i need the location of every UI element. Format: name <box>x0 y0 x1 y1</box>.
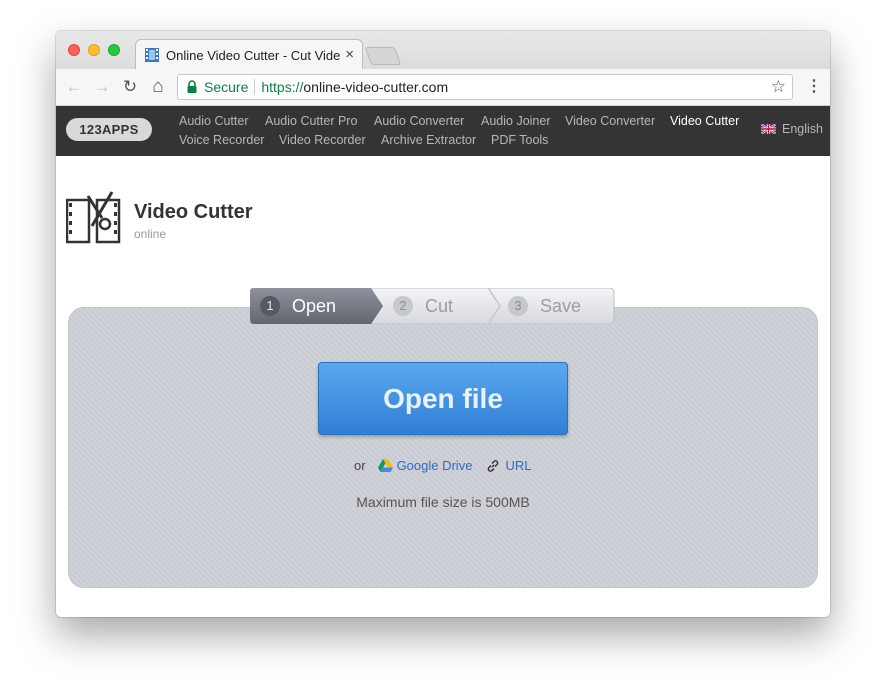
step-cut: 2 Cut <box>393 288 453 324</box>
video-cutter-logo-icon <box>66 191 121 244</box>
google-drive-icon <box>377 459 393 472</box>
upload-panel <box>68 307 818 588</box>
nav-link-video-converter[interactable]: Video Converter <box>565 114 655 128</box>
browser-window: Online Video Cutter - Cut Vide × ← → ↻ ⌂… <box>56 31 830 617</box>
secure-label: Secure <box>204 79 249 95</box>
address-divider <box>254 79 256 95</box>
step-progress: 1 Open 2 Cut 3 Save <box>250 288 627 324</box>
step-label: Cut <box>425 295 454 316</box>
or-label: or <box>354 458 366 473</box>
tab-title: Online Video Cutter - Cut Vide <box>166 47 341 63</box>
google-drive-label: Google Drive <box>396 458 473 473</box>
browser-toolbar: ← → ↻ ⌂ Secure https:// online-video-cut… <box>56 69 830 106</box>
nav-link-voice-recorder[interactable]: Voice Recorder <box>179 133 264 147</box>
reload-icon[interactable]: ↻ <box>120 77 140 97</box>
url-label: URL <box>505 458 532 473</box>
nav-link-video-recorder[interactable]: Video Recorder <box>279 133 366 147</box>
address-bar[interactable]: Secure https:// online-video-cutter.com … <box>177 74 793 100</box>
max-file-size-note: Maximum file size is 500MB <box>356 494 530 510</box>
nav-link-pdf-tools[interactable]: PDF Tools <box>491 133 548 147</box>
open-file-button[interactable]: Open file <box>318 362 568 435</box>
minimize-window-button[interactable] <box>88 44 100 56</box>
nav-link-audio-converter[interactable]: Audio Converter <box>374 114 464 128</box>
step-open: 1 Open <box>260 288 336 324</box>
bookmark-star-icon[interactable]: ☆ <box>771 77 786 97</box>
alternative-sources: or Google Drive URL <box>354 458 531 473</box>
language-label: English <box>782 122 823 136</box>
step-number: 3 <box>508 296 528 316</box>
film-favicon-icon <box>145 48 159 62</box>
tab-close-icon[interactable]: × <box>345 46 354 63</box>
url-host: online-video-cutter.com <box>303 79 449 95</box>
nav-link-video-cutter[interactable]: Video Cutter <box>670 114 739 128</box>
google-drive-link[interactable]: Google Drive <box>377 458 473 473</box>
browser-menu-icon[interactable]: ⋮ <box>806 77 822 97</box>
lock-icon <box>187 80 197 93</box>
nav-link-archive-extractor[interactable]: Archive Extractor <box>381 133 476 147</box>
url-link[interactable]: URL <box>486 458 531 473</box>
back-arrow-icon[interactable]: ← <box>64 77 84 97</box>
language-selector[interactable]: English <box>761 122 823 136</box>
nav-link-audio-joiner[interactable]: Audio Joiner <box>481 114 551 128</box>
nav-link-audio-cutter-pro[interactable]: Audio Cutter Pro <box>265 114 357 128</box>
step-label: Save <box>540 295 582 316</box>
close-window-button[interactable] <box>68 44 80 56</box>
link-icon <box>488 459 499 472</box>
site-logo[interactable]: 123APPS <box>66 118 152 141</box>
page-subtitle: online <box>134 227 167 241</box>
title-bar: Online Video Cutter - Cut Vide × <box>56 31 830 69</box>
step-save: 3 Save <box>508 288 581 324</box>
browser-tab[interactable]: Online Video Cutter - Cut Vide × <box>135 39 363 69</box>
step-number: 2 <box>393 296 413 316</box>
step-label: Open <box>292 295 337 316</box>
site-navigation: 123APPS Audio Cutter Audio Cutter Pro Au… <box>56 106 830 156</box>
url-scheme: https:// <box>261 79 304 95</box>
home-icon[interactable]: ⌂ <box>148 77 168 97</box>
page-title: Video Cutter <box>134 201 253 223</box>
nav-link-audio-cutter[interactable]: Audio Cutter <box>179 114 248 128</box>
uk-flag-icon <box>761 124 776 134</box>
zoom-window-button[interactable] <box>108 44 120 56</box>
forward-arrow-icon[interactable]: → <box>92 77 112 97</box>
new-tab-button[interactable] <box>364 47 402 65</box>
step-number: 1 <box>260 296 280 316</box>
